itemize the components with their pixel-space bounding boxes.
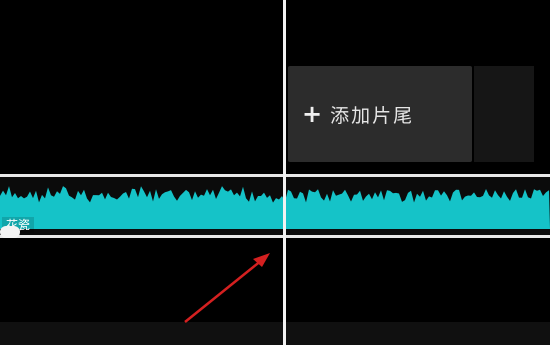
timeline-editor: + 添加片尾 花瓷 xyxy=(0,0,550,345)
red-arrow-annotation xyxy=(184,253,270,323)
arrow-shaft xyxy=(184,259,263,323)
